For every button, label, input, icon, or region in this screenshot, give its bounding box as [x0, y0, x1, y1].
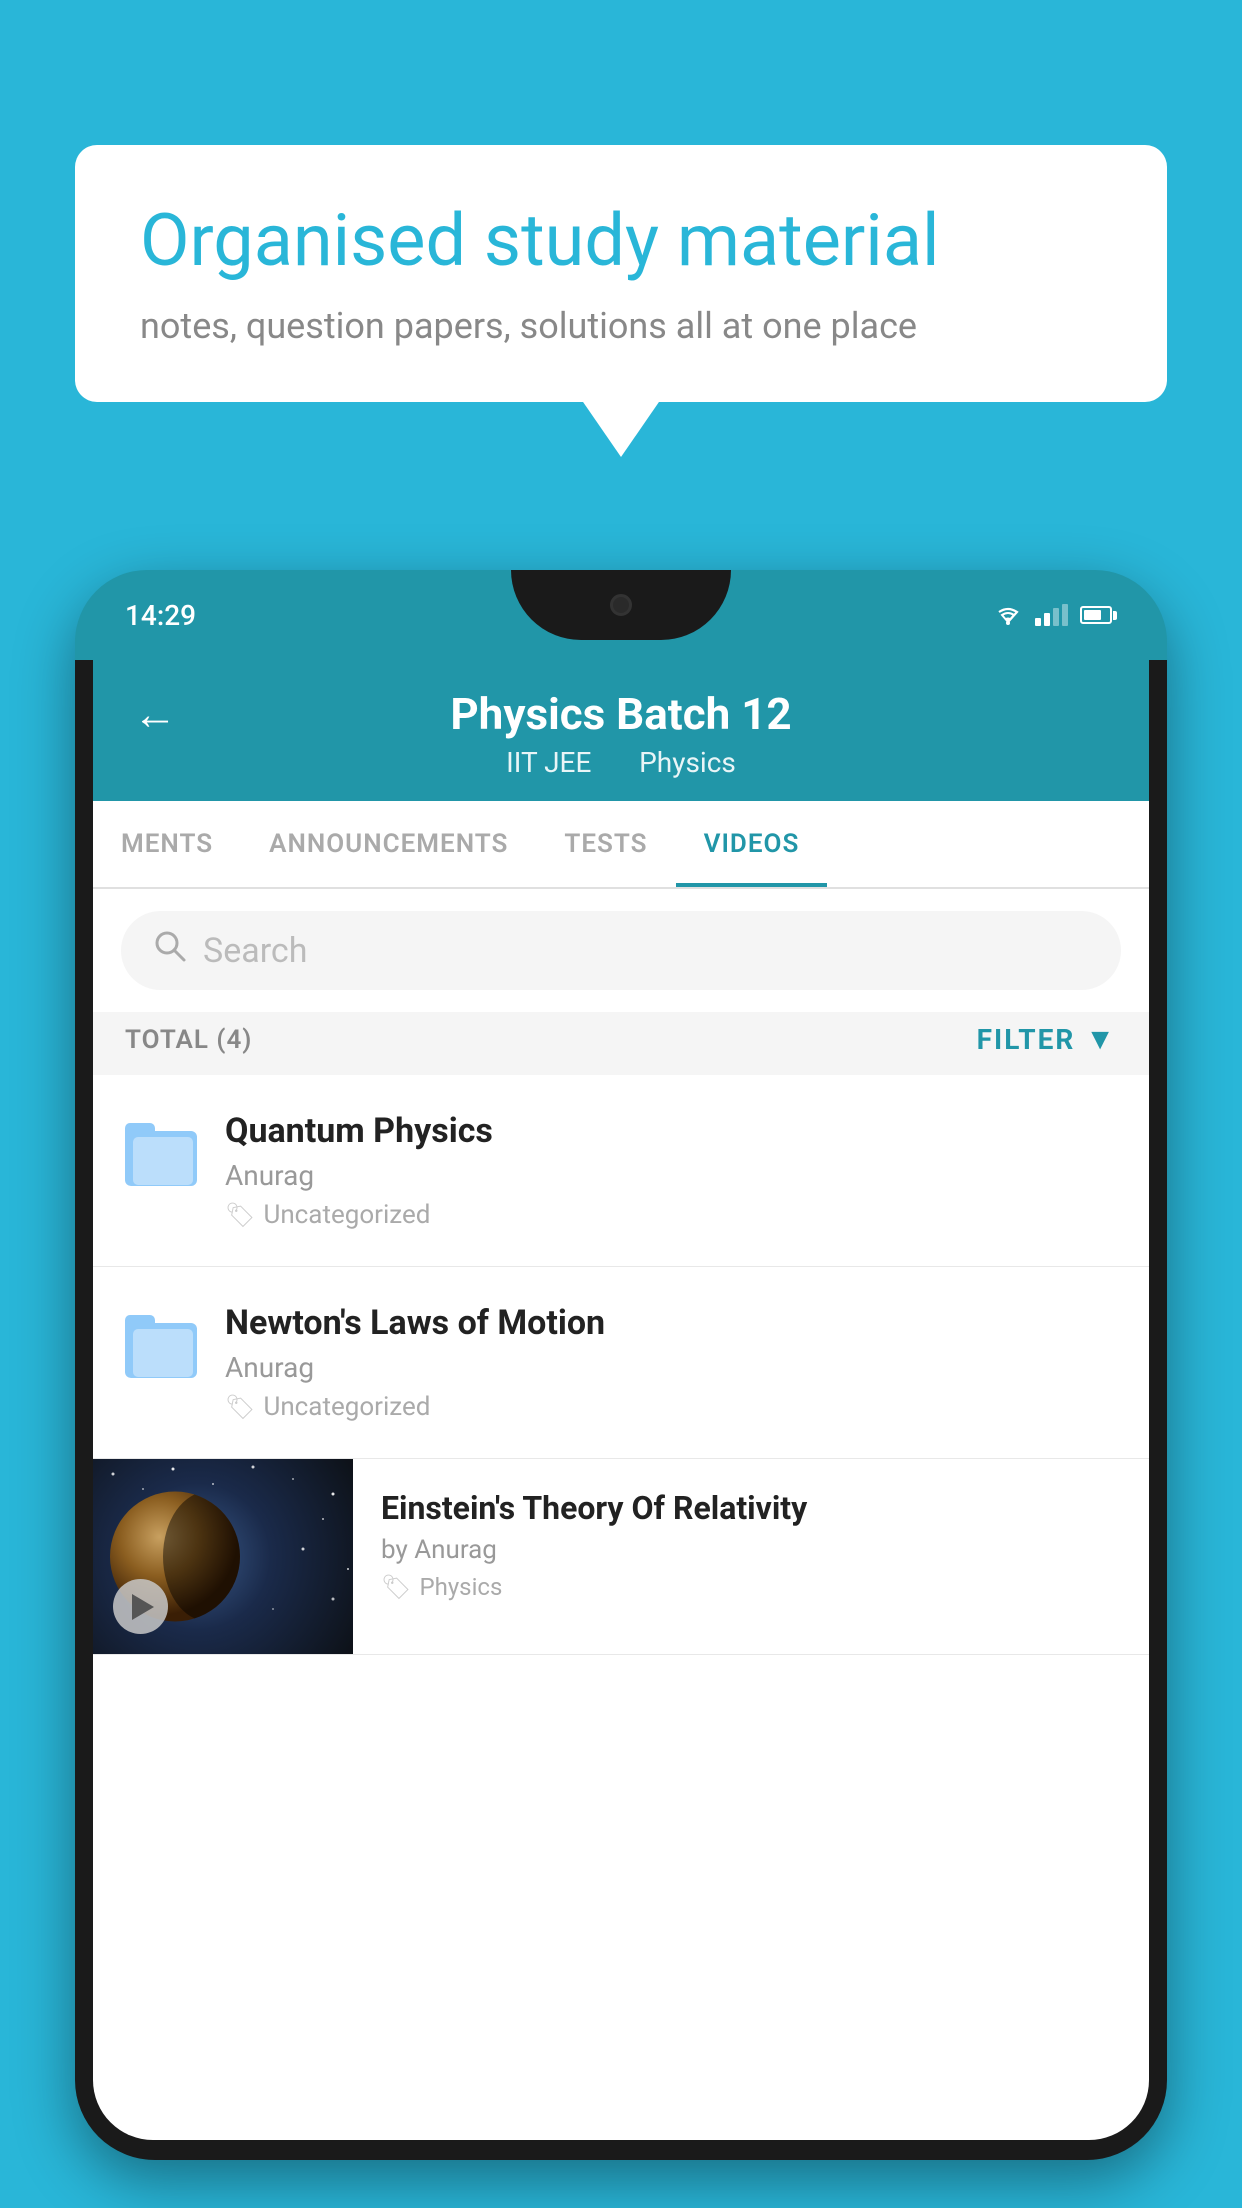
list-item[interactable]: Einstein's Theory Of Relativity by Anura…	[93, 1459, 1149, 1655]
search-icon	[153, 929, 187, 972]
filter-label: FILTER	[977, 1023, 1076, 1056]
total-count: TOTAL (4)	[125, 1025, 252, 1055]
video-tag: Uncategorized	[263, 1200, 430, 1230]
filter-icon: ▼	[1085, 1022, 1117, 1057]
tabs-bar: MENTS ANNOUNCEMENTS TESTS VIDEOS	[93, 801, 1149, 889]
video-tag-row: 🏷 Physics	[381, 1573, 1121, 1601]
video-tag: Uncategorized	[263, 1392, 430, 1422]
filter-row: TOTAL (4) FILTER ▼	[93, 1012, 1149, 1075]
video-author: Anurag	[225, 1351, 1117, 1384]
tab-tests[interactable]: TESTS	[536, 801, 675, 887]
phone-screen: ← Physics Batch 12 IIT JEE Physics MENTS…	[93, 660, 1149, 2140]
tag-icon: 🏷	[225, 1393, 255, 1421]
video-tag: Physics	[419, 1573, 502, 1601]
camera	[610, 594, 632, 616]
video-author: by Anurag	[381, 1535, 1121, 1565]
search-bar[interactable]: Search	[121, 911, 1121, 990]
video-title: Newton's Laws of Motion	[225, 1303, 1117, 1343]
video-info: Newton's Laws of Motion Anurag 🏷 Uncateg…	[225, 1303, 1117, 1422]
play-icon	[132, 1594, 154, 1620]
video-tag-row: 🏷 Uncategorized	[225, 1392, 1117, 1422]
phone-outer: 14:29	[75, 570, 1167, 2160]
signal-icon	[1035, 604, 1068, 626]
subtitle-part1: IIT JEE	[506, 746, 591, 779]
folder-icon	[125, 1111, 197, 1195]
list-item[interactable]: Quantum Physics Anurag 🏷 Uncategorized	[93, 1075, 1149, 1267]
speech-bubble: Organised study material notes, question…	[75, 145, 1167, 402]
bubble-subtitle: notes, question papers, solutions all at…	[140, 305, 1102, 347]
list-item[interactable]: Newton's Laws of Motion Anurag 🏷 Uncateg…	[93, 1267, 1149, 1459]
page-title: Physics Batch 12	[133, 688, 1109, 740]
search-input[interactable]: Search	[203, 931, 307, 971]
status-icons	[993, 604, 1117, 626]
video-title: Quantum Physics	[225, 1111, 1117, 1151]
battery-icon	[1080, 606, 1117, 624]
video-thumbnail	[93, 1459, 353, 1654]
tag-icon: 🏷	[381, 1573, 411, 1601]
video-list: Quantum Physics Anurag 🏷 Uncategorized	[93, 1075, 1149, 1655]
phone-notch	[511, 570, 731, 640]
play-button[interactable]	[113, 1579, 168, 1634]
video-title: Einstein's Theory Of Relativity	[381, 1489, 1121, 1527]
folder-icon	[125, 1303, 197, 1387]
wifi-icon	[993, 604, 1023, 626]
status-bar: 14:29	[75, 570, 1167, 660]
video-tag-row: 🏷 Uncategorized	[225, 1200, 1117, 1230]
filter-button[interactable]: FILTER ▼	[977, 1022, 1117, 1057]
tab-videos[interactable]: VIDEOS	[676, 801, 828, 887]
phone-mockup: 14:29	[75, 570, 1167, 2208]
header-subtitle: IIT JEE Physics	[496, 746, 746, 779]
back-button[interactable]: ←	[133, 688, 177, 740]
tag-icon: 🏷	[225, 1201, 255, 1229]
status-time: 14:29	[125, 599, 196, 632]
video-info: Quantum Physics Anurag 🏷 Uncategorized	[225, 1111, 1117, 1230]
speech-bubble-section: Organised study material notes, question…	[75, 145, 1167, 402]
video-author: Anurag	[225, 1159, 1117, 1192]
tab-announcements[interactable]: ANNOUNCEMENTS	[241, 801, 536, 887]
video-info: Einstein's Theory Of Relativity by Anura…	[353, 1459, 1149, 1631]
bubble-title: Organised study material	[140, 200, 1102, 283]
app-header: ← Physics Batch 12 IIT JEE Physics	[93, 660, 1149, 801]
tab-ments[interactable]: MENTS	[93, 801, 241, 887]
subtitle-part2: Physics	[639, 746, 736, 779]
